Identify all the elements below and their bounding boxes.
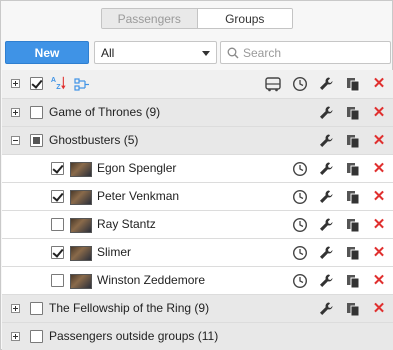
wrench-icon[interactable] — [318, 105, 334, 121]
groups-list: A Z ✕ Game of Thrones (9) ✕ Ghostbusters… — [2, 70, 393, 350]
passenger-checkbox[interactable] — [51, 162, 64, 175]
wrench-icon[interactable] — [318, 76, 334, 92]
clock-icon[interactable] — [292, 245, 308, 261]
group-name: Passengers outside groups (11) — [49, 329, 219, 343]
group-row[interactable]: The Fellowship of the Ring (9) ✕ — [2, 294, 393, 322]
copy-icon[interactable] — [345, 301, 361, 317]
passenger-avatar — [70, 190, 92, 205]
new-button[interactable]: New — [5, 41, 89, 64]
copy-icon[interactable] — [345, 217, 361, 233]
group-name: Ghostbusters (5) — [49, 133, 139, 147]
passenger-row[interactable]: Ray Stantz ✕ — [2, 210, 393, 238]
passenger-name: Peter Venkman — [97, 189, 180, 203]
sort-az-icon[interactable]: A Z — [50, 75, 66, 91]
list-header: A Z ✕ — [2, 70, 393, 98]
close-icon[interactable]: ✕ — [371, 105, 387, 121]
wrench-icon[interactable] — [318, 133, 334, 149]
close-icon[interactable]: ✕ — [371, 273, 387, 289]
tab-switcher: Passengers Groups — [101, 8, 293, 29]
passenger-row[interactable]: Winston Zeddemore ✕ — [2, 266, 393, 294]
bus-icon[interactable] — [265, 76, 281, 92]
expand-icon[interactable] — [11, 332, 20, 341]
passenger-checkbox[interactable] — [51, 274, 64, 287]
passenger-avatar — [70, 274, 92, 289]
svg-text:A: A — [51, 76, 56, 84]
wrench-icon[interactable] — [318, 245, 334, 261]
select-all-checkbox[interactable] — [30, 77, 43, 90]
copy-icon[interactable] — [345, 133, 361, 149]
group-name: The Fellowship of the Ring (9) — [49, 301, 210, 315]
close-icon[interactable]: ✕ — [371, 189, 387, 205]
passenger-row[interactable]: Peter Venkman ✕ — [2, 182, 393, 210]
group-checkbox[interactable] — [30, 106, 43, 119]
filter-select-value: All — [101, 45, 115, 60]
wrench-icon[interactable] — [318, 217, 334, 233]
search-icon — [227, 47, 239, 59]
passenger-checkbox[interactable] — [51, 218, 64, 231]
copy-icon[interactable] — [345, 161, 361, 177]
tab-groups[interactable]: Groups — [197, 9, 292, 28]
group-checkbox[interactable] — [30, 302, 43, 315]
passenger-checkbox[interactable] — [51, 246, 64, 259]
group-checkbox[interactable] — [30, 330, 43, 343]
wrench-icon[interactable] — [318, 189, 334, 205]
toolbar: New All — [5, 41, 391, 64]
passenger-name: Egon Spengler — [97, 161, 177, 175]
copy-icon[interactable] — [345, 189, 361, 205]
close-icon[interactable]: ✕ — [371, 133, 387, 149]
search-box[interactable] — [220, 41, 391, 64]
tab-passengers[interactable]: Passengers — [102, 9, 198, 28]
clock-icon[interactable] — [292, 217, 308, 233]
clock-icon[interactable] — [292, 273, 308, 289]
expand-all-icon[interactable] — [11, 79, 20, 88]
group-row[interactable]: Passengers outside groups (11) — [2, 322, 393, 350]
chevron-down-icon — [202, 51, 210, 56]
passenger-avatar — [70, 162, 92, 177]
close-icon[interactable]: ✕ — [371, 76, 387, 92]
groups-panel: Passengers Groups New All A Z — [0, 0, 393, 350]
passenger-name: Ray Stantz — [97, 217, 156, 231]
close-icon[interactable]: ✕ — [371, 161, 387, 177]
filter-select[interactable]: All — [94, 41, 217, 64]
group-checkbox[interactable] — [30, 134, 43, 147]
passenger-name: Winston Zeddemore — [97, 273, 206, 287]
copy-icon[interactable] — [345, 105, 361, 121]
wrench-icon[interactable] — [318, 301, 334, 317]
search-input[interactable] — [243, 45, 383, 60]
copy-icon[interactable] — [345, 245, 361, 261]
clock-icon[interactable] — [292, 161, 308, 177]
close-icon[interactable]: ✕ — [371, 245, 387, 261]
clock-icon[interactable] — [292, 76, 308, 92]
passenger-avatar — [70, 246, 92, 261]
group-name: Game of Thrones (9) — [49, 105, 161, 119]
wrench-icon[interactable] — [318, 273, 334, 289]
passenger-row[interactable]: Slimer ✕ — [2, 238, 393, 266]
copy-icon[interactable] — [345, 273, 361, 289]
expand-icon[interactable] — [11, 108, 20, 117]
expand-icon[interactable] — [11, 304, 20, 313]
wrench-icon[interactable] — [318, 161, 334, 177]
group-row[interactable]: Ghostbusters (5) ✕ — [2, 126, 393, 154]
passenger-checkbox[interactable] — [51, 190, 64, 203]
clock-icon[interactable] — [292, 189, 308, 205]
close-icon[interactable]: ✕ — [371, 301, 387, 317]
copy-icon[interactable] — [345, 76, 361, 92]
group-row[interactable]: Game of Thrones (9) ✕ — [2, 98, 393, 126]
passenger-name: Slimer — [97, 245, 132, 259]
collapse-icon[interactable] — [11, 136, 20, 145]
svg-text:Z: Z — [56, 83, 61, 91]
passenger-avatar — [70, 218, 92, 233]
close-icon[interactable]: ✕ — [371, 217, 387, 233]
passenger-row[interactable]: Egon Spengler ✕ — [2, 154, 393, 182]
tree-icon[interactable] — [74, 76, 90, 92]
